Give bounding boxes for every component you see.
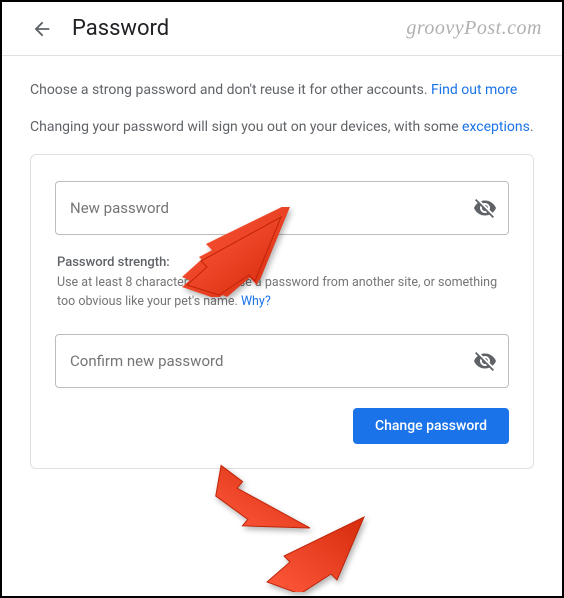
visibility-off-icon[interactable] (473, 196, 497, 220)
change-password-button[interactable]: Change password (353, 408, 509, 444)
intro-text-2: Changing your password will sign you out… (30, 119, 462, 135)
back-arrow-icon[interactable] (30, 17, 54, 41)
visibility-off-icon[interactable] (473, 349, 497, 373)
content-area: Choose a strong password and don't reuse… (2, 56, 562, 481)
why-link[interactable]: Why? (241, 294, 271, 309)
confirm-password-input[interactable] (55, 334, 509, 388)
button-row: Change password (55, 408, 509, 444)
annotation-arrow-3 (262, 512, 372, 592)
header: Password groovyPost.com (2, 2, 562, 56)
exceptions-link[interactable]: exceptions (462, 119, 530, 135)
strength-label: Password strength: (57, 255, 507, 270)
new-password-wrap (55, 181, 509, 235)
strength-hint-text: Use at least 8 characters. Don't use a p… (57, 275, 497, 309)
confirm-password-wrap (55, 334, 509, 388)
page-title: Password (72, 16, 406, 41)
strength-hint: Use at least 8 characters. Don't use a p… (57, 274, 507, 312)
password-form-panel: Password strength: Use at least 8 charac… (30, 154, 534, 469)
watermark: groovyPost.com (406, 17, 542, 40)
intro-paragraph-1: Choose a strong password and don't reuse… (30, 80, 534, 101)
new-password-input[interactable] (55, 181, 509, 235)
find-out-more-link[interactable]: Find out more (431, 82, 517, 98)
period: . (530, 119, 534, 135)
intro-text-1: Choose a strong password and don't reuse… (30, 82, 431, 98)
intro-paragraph-2: Changing your password will sign you out… (30, 117, 534, 138)
password-strength-section: Password strength: Use at least 8 charac… (55, 255, 509, 312)
